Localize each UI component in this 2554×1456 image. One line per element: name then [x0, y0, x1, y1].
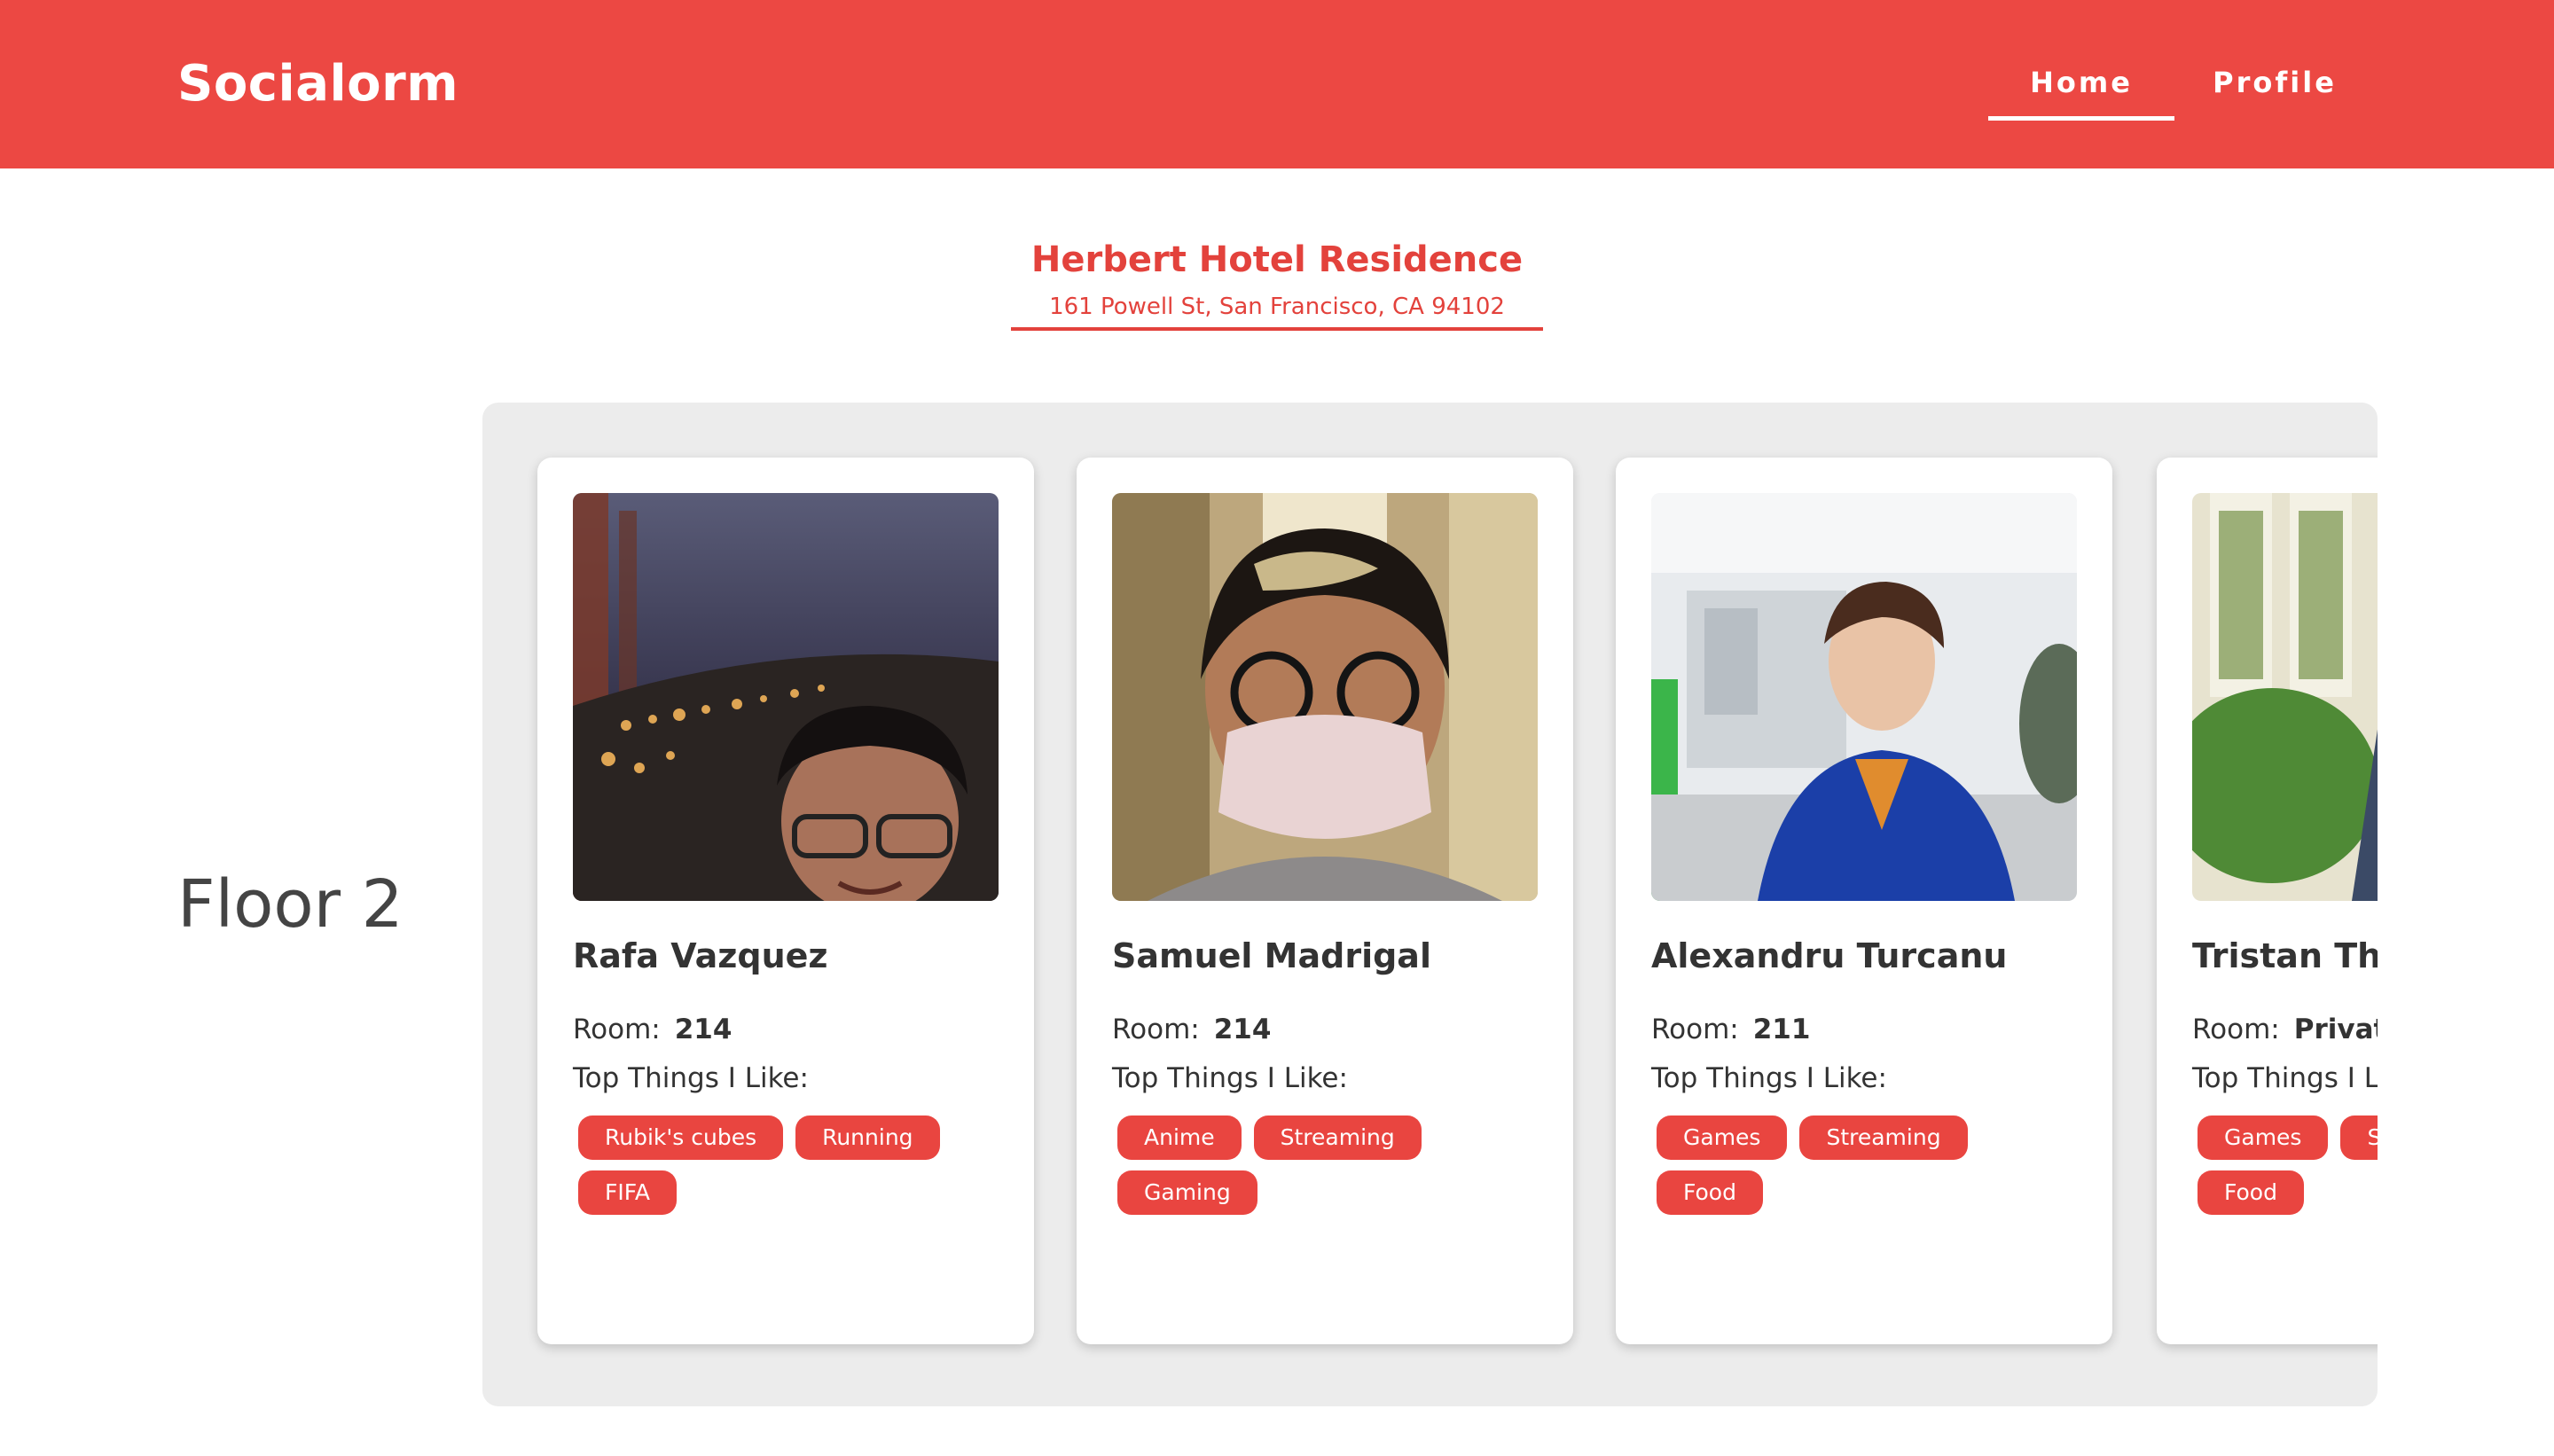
room-number: 214 [674, 1014, 733, 1045]
resident-room: Room: 214 [573, 1012, 732, 1047]
resident-card[interactable]: Rafa Vazquez Room: 214 Top Things I Like:… [537, 458, 1034, 1344]
like-tag[interactable]: Streaming [1253, 1115, 1422, 1160]
likes-tag-list: Rubik's cubes Running FIFA [578, 1115, 1004, 1215]
resident-photo [573, 493, 999, 901]
resident-room: Room: 211 [1651, 1012, 1810, 1047]
like-tag[interactable]: Running [795, 1115, 940, 1160]
resident-photo-image [2192, 493, 2378, 901]
room-label: Room: [573, 1014, 661, 1045]
floor-label: Floor 2 [177, 866, 403, 943]
hotel-header: Herbert Hotel Residence 161 Powell St, S… [1011, 235, 1543, 322]
like-tag[interactable]: Games [2198, 1115, 2329, 1160]
likes-label: Top Things I Like: [2192, 1062, 2378, 1094]
like-tag[interactable]: Food [1657, 1170, 1763, 1215]
hotel-name: Herbert Hotel Residence [1030, 239, 1524, 280]
resident-name: Rafa Vazquez [573, 936, 828, 975]
hotel-header-divider [1011, 327, 1543, 331]
like-tag[interactable]: Food [2198, 1170, 2304, 1215]
like-tag[interactable]: Gaming [1117, 1170, 1257, 1215]
like-tag[interactable]: Rubik's cubes [578, 1115, 784, 1160]
resident-name: Tristan Thompson [2192, 936, 2378, 975]
resident-photo-image [1651, 493, 2077, 901]
resident-cards-scroller[interactable]: Rafa Vazquez Room: 214 Top Things I Like:… [482, 403, 2378, 1406]
like-tag[interactable]: Anime [1117, 1115, 1242, 1160]
resident-name: Samuel Madrigal [1112, 936, 1431, 975]
resident-photo [2192, 493, 2378, 901]
nav-home-link[interactable]: Home [1988, 62, 2174, 103]
likes-tag-list: Games Streaming Food [2198, 1115, 2378, 1215]
room-label: Room: [1112, 1014, 1200, 1045]
nav-home-active-indicator [1988, 116, 2174, 121]
resident-card[interactable]: Tristan Thompson Room: Private Top Things… [2157, 458, 2378, 1344]
like-tag[interactable]: Games [1657, 1115, 1788, 1160]
likes-tag-list: Games Streaming Food [1657, 1115, 2082, 1215]
resident-card[interactable]: Alexandru Turcanu Room: 211 Top Things I … [1616, 458, 2112, 1344]
resident-card[interactable]: Samuel Madrigal Room: 214 Top Things I Li… [1077, 458, 1573, 1344]
likes-label: Top Things I Like: [573, 1062, 809, 1094]
resident-name: Alexandru Turcanu [1651, 936, 2008, 975]
like-tag[interactable]: Streaming [1799, 1115, 1968, 1160]
resident-room: Room: 214 [1112, 1012, 1271, 1047]
likes-tag-list: Anime Streaming Gaming [1117, 1115, 1543, 1215]
resident-photo-image [1112, 493, 1538, 901]
nav-profile-link[interactable]: Profile [2199, 62, 2350, 103]
likes-label: Top Things I Like: [1651, 1062, 1887, 1094]
resident-photo-image [573, 493, 999, 901]
likes-label: Top Things I Like: [1112, 1062, 1348, 1094]
resident-room: Room: Private [2192, 1012, 2378, 1047]
like-tag[interactable]: FIFA [578, 1170, 677, 1215]
hotel-address: 161 Powell St, San Francisco, CA 94102 [1049, 294, 1505, 320]
brand-logo[interactable]: Socialorm [177, 53, 458, 115]
top-navbar: Socialorm Home Profile [0, 0, 2554, 168]
room-label: Room: [1651, 1014, 1739, 1045]
room-label: Room: [2192, 1014, 2280, 1045]
resident-photo [1112, 493, 1538, 901]
room-number: 214 [1213, 1014, 1272, 1045]
resident-photo [1651, 493, 2077, 901]
room-number: Private [2293, 1014, 2378, 1045]
room-number: 211 [1752, 1014, 1811, 1045]
like-tag[interactable]: Streaming [2340, 1115, 2378, 1160]
